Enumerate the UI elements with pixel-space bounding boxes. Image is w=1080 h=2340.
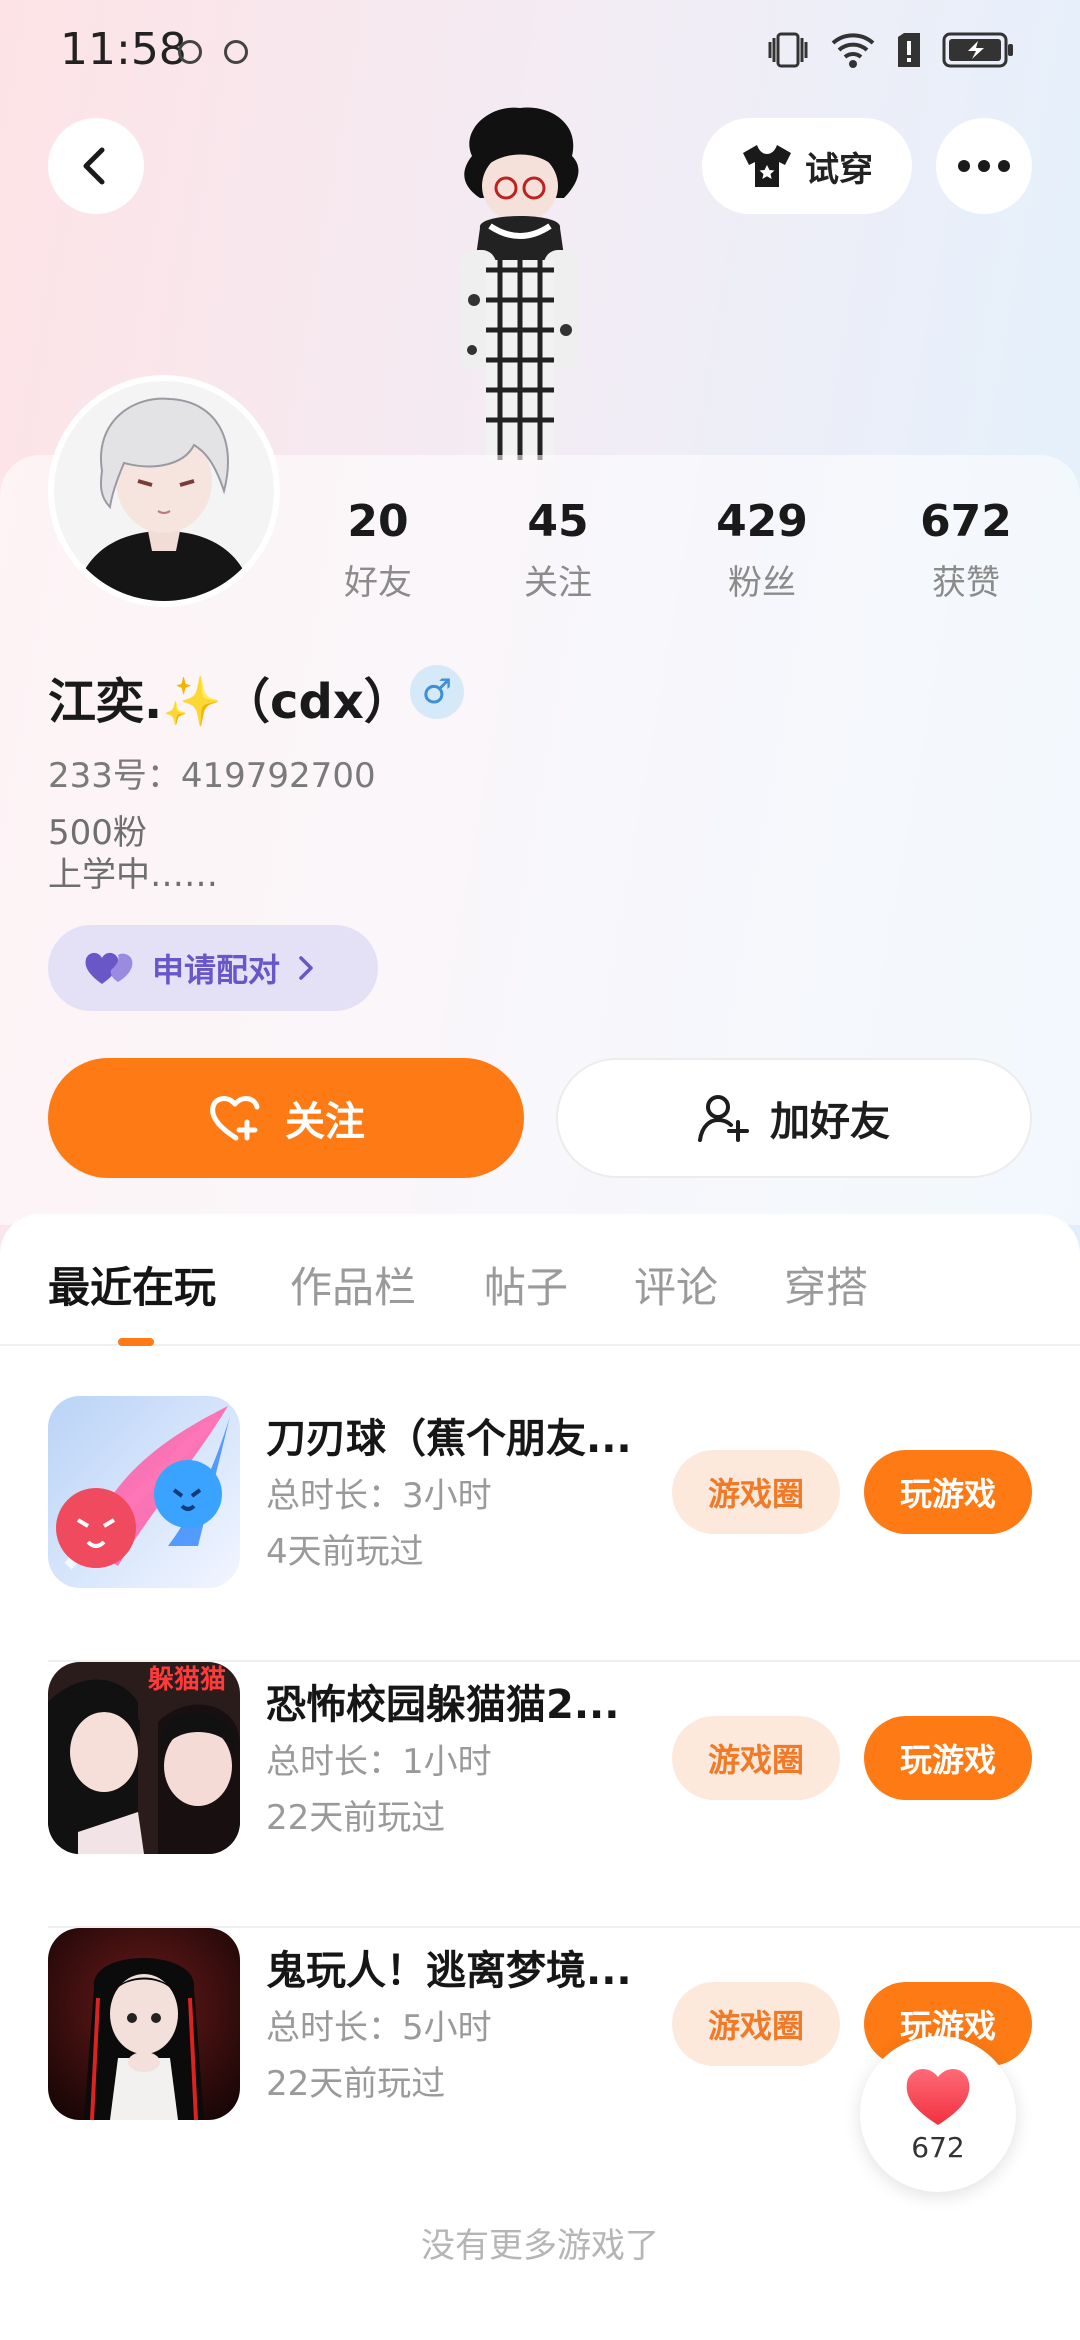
game-icon[interactable]	[48, 1928, 240, 2120]
back-button[interactable]	[48, 118, 144, 214]
avatar-figure-image	[460, 107, 580, 460]
game-row[interactable]: 刀刃球（蕉个朋友... 总时长：3小时 4天前玩过 游戏圈 玩游戏	[48, 1396, 1080, 1662]
tshirt-icon	[743, 145, 791, 187]
game-circle-button[interactable]: 游戏圈	[672, 1982, 840, 2066]
stat-value: 672	[920, 496, 1012, 547]
avatar-image	[54, 381, 274, 601]
male-gender-icon: ♂	[410, 665, 464, 719]
notification-icon	[224, 40, 248, 64]
double-heart-icon	[85, 952, 133, 984]
add-friend-label: 加好友	[770, 1099, 890, 1145]
game-row[interactable]: 躲猫猫 恐怖校园躲猫猫2... 总时长：1小时 22天前玩过 游戏圈 玩游戏	[48, 1662, 1080, 1928]
play-game-button[interactable]: 玩游戏	[864, 1716, 1032, 1800]
tab-comments[interactable]: 评论	[634, 1254, 718, 1315]
stat-friends[interactable]: 20 好友	[298, 496, 458, 604]
stat-label: 关注	[524, 563, 592, 603]
bio-line: 500粉	[48, 813, 147, 853]
tab-recently-played[interactable]: 最近在玩	[48, 1254, 216, 1315]
chevron-left-icon	[83, 147, 105, 185]
stat-likes[interactable]: 672 获赞	[886, 496, 1046, 604]
add-friend-button[interactable]: 加好友	[556, 1058, 1032, 1178]
more-dots-icon	[958, 160, 1010, 172]
notification-icon	[178, 40, 202, 64]
stat-value: 45	[527, 496, 589, 547]
tab-indicator	[118, 1338, 154, 1346]
apply-pair-button[interactable]: 申请配对	[48, 925, 378, 1011]
game-icon[interactable]	[48, 1396, 240, 1588]
game-icon-text: 躲猫猫	[148, 1665, 226, 1695]
like-count: 672	[911, 2130, 965, 2164]
status-bar: 11:58	[0, 0, 1080, 100]
heart-icon	[906, 2068, 970, 2125]
game-duration: 总时长：3小时	[266, 1476, 492, 1516]
status-icons	[766, 30, 1014, 70]
like-floating-button[interactable]: 672	[860, 2036, 1016, 2192]
stat-fans[interactable]: 429 粉丝	[682, 496, 842, 604]
bio: 500粉 上学中……	[48, 812, 218, 896]
add-person-icon	[698, 1095, 749, 1142]
no-more-games-text: 没有更多游戏了	[421, 2226, 659, 2266]
more-button[interactable]	[936, 118, 1032, 214]
tab-works[interactable]: 作品栏	[290, 1254, 416, 1315]
game-last-played: 22天前玩过	[266, 2064, 446, 2104]
stat-following[interactable]: 45 关注	[478, 496, 638, 604]
game-icon-image	[48, 1396, 240, 1588]
nickname: 江奕.✨（cdx）	[48, 674, 412, 730]
game-last-played: 22天前玩过	[266, 1798, 446, 1838]
try-on-label: 试穿	[805, 149, 873, 190]
follow-label: 关注	[285, 1099, 365, 1145]
user-id[interactable]: 233号：419792700	[48, 748, 376, 797]
game-icon-image: 躲猫猫	[48, 1662, 240, 1854]
pair-label: 申请配对	[152, 951, 281, 989]
stat-value: 20	[347, 496, 409, 547]
game-icon-image	[48, 1928, 240, 2120]
bio-line: 上学中……	[48, 855, 218, 895]
play-game-button[interactable]: 玩游戏	[864, 1450, 1032, 1534]
heart-plus-icon	[210, 1096, 260, 1141]
user-avatar[interactable]	[48, 375, 280, 607]
profile-tabs: 最近在玩 作品栏 帖子 评论 穿搭	[0, 1214, 1080, 1346]
game-title: 恐怖校园躲猫猫2...	[266, 1682, 620, 1728]
stat-label: 好友	[344, 563, 412, 603]
game-icon[interactable]: 躲猫猫	[48, 1662, 240, 1854]
stat-label: 获赞	[932, 563, 1000, 603]
vibrate-icon	[768, 32, 808, 68]
status-time: 11:58	[60, 24, 187, 75]
game-title: 鬼玩人！逃离梦境...	[266, 1948, 632, 1994]
wifi-icon	[831, 33, 875, 68]
avatar-3d-figure[interactable]	[420, 100, 620, 460]
game-duration: 总时长：5小时	[266, 2008, 492, 2048]
game-title: 刀刃球（蕉个朋友...	[266, 1416, 632, 1462]
game-circle-button[interactable]: 游戏圈	[672, 1450, 840, 1534]
battery-icon	[942, 32, 1013, 68]
tab-outfits[interactable]: 穿搭	[784, 1254, 868, 1315]
chevron-right-icon	[299, 956, 313, 980]
stat-label: 粉丝	[728, 563, 796, 603]
game-circle-button[interactable]: 游戏圈	[672, 1716, 840, 1800]
game-last-played: 4天前玩过	[266, 1532, 424, 1572]
follow-button[interactable]: 关注	[48, 1058, 524, 1178]
game-duration: 总时长：1小时	[266, 1742, 492, 1782]
try-on-button[interactable]: 试穿	[702, 118, 912, 214]
stat-value: 429	[716, 496, 808, 547]
sim-alert-icon	[898, 33, 920, 67]
tab-posts[interactable]: 帖子	[484, 1254, 568, 1315]
